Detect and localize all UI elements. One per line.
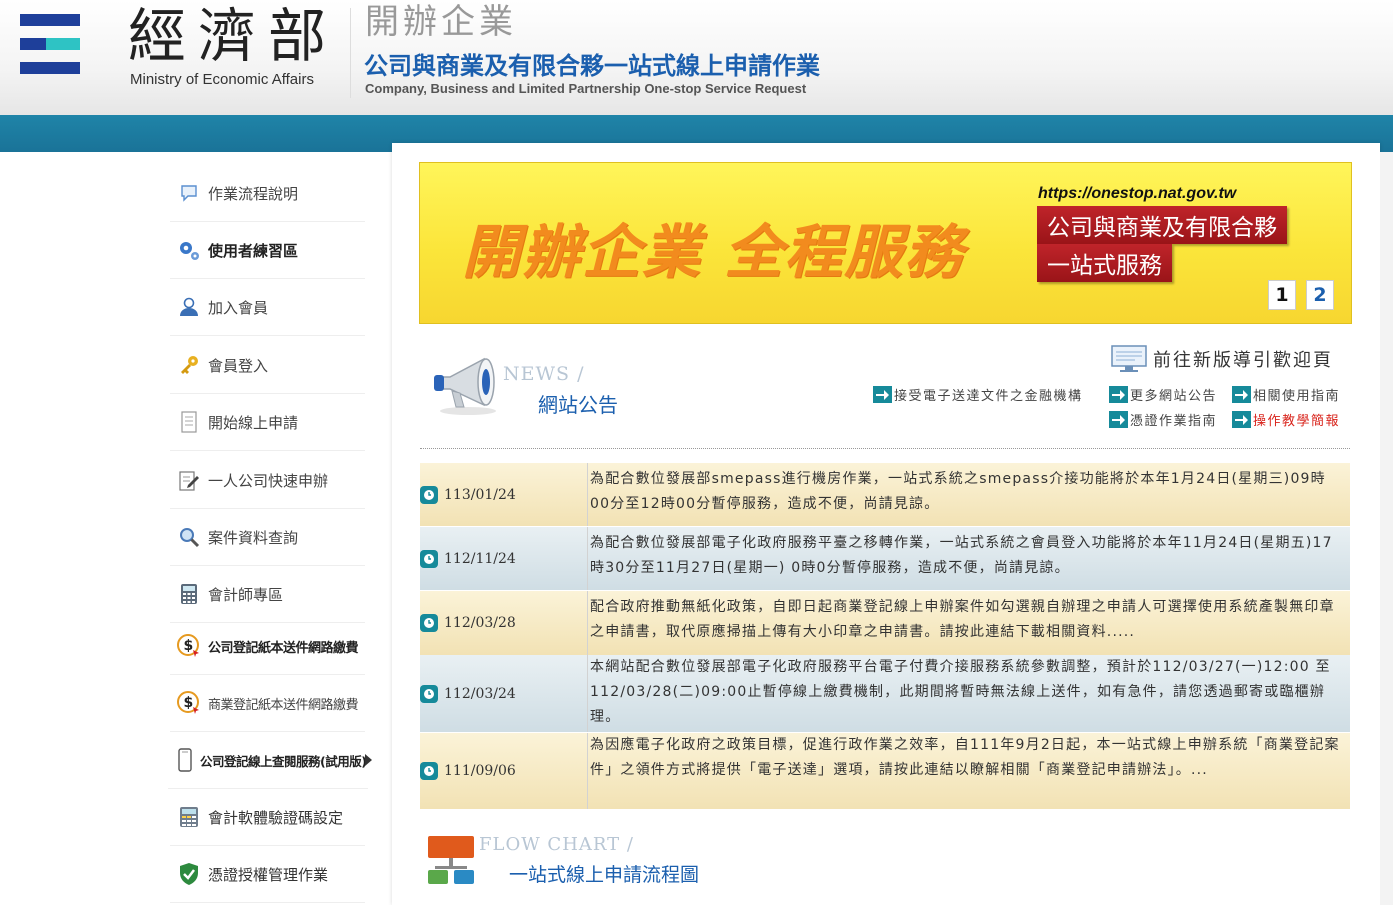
news-item[interactable]: 112/03/24 本網站配合數位發展部電子化政府服務平台電子付費介接服務系統參… <box>420 655 1350 732</box>
link-tutorial-slides[interactable]: 操作教學簡報 <box>1232 410 1340 429</box>
arrow-right-icon <box>1232 411 1251 428</box>
flowchart-icon <box>427 834 475 886</box>
header-divider <box>350 8 351 98</box>
news-title: 網站公告 <box>538 393 618 417</box>
banner-red-label: 一站式服務 <box>1037 244 1172 282</box>
flowchart-title[interactable]: 一站式線上申請流程圖 <box>509 860 699 887</box>
news-text[interactable]: 配合政府推動無紙化政策，自即日起商業登記線上申辦案件如勾選親自辦理之申請人可選擇… <box>587 591 1350 655</box>
edit-document-icon <box>176 467 202 493</box>
sidebar-item-label: 加入會員 <box>208 298 269 317</box>
news-text[interactable]: 為配合數位發展部電子化政府服務平臺之移轉作業，一站式系統之會員登入功能將於本年1… <box>587 527 1350 590</box>
arrow-right-icon <box>1109 411 1128 428</box>
new-version-label: 前往新版導引歡迎頁 <box>1153 350 1333 371</box>
sidebar-item-label: 憑證授權管理作業 <box>208 865 329 884</box>
clock-icon <box>420 549 438 568</box>
sidebar-item-label: 作業流程說明 <box>208 184 299 203</box>
banner-url: https://onestop.nat.gov.tw <box>1038 185 1237 202</box>
gears-icon <box>176 237 202 263</box>
link-financial-institutions[interactable]: 接受電子送達文件之金融機構 <box>873 385 1083 404</box>
submenu-arrow-icon[interactable] <box>365 754 372 766</box>
slide-button-1[interactable]: 1 <box>1268 280 1296 310</box>
speech-bubble-icon <box>176 180 202 206</box>
sidebar-item-label: 會計軟體驗證碼設定 <box>208 808 344 827</box>
news-text[interactable]: 本網站配合數位發展部電子化政府服務平台電子付費介接服務系統參數調整，預計於112… <box>587 655 1350 732</box>
slide-button-2[interactable]: 2 <box>1306 280 1334 310</box>
news-item[interactable]: 113/01/24 為配合數位發展部smepass進行機房作業，一站式系統之sm… <box>420 463 1350 526</box>
dollar-payment-icon: $ <box>176 690 202 716</box>
phone-icon <box>172 747 198 773</box>
promo-banner[interactable]: 開辦企業 全程服務 https://onestop.nat.gov.tw 公司與… <box>419 162 1352 324</box>
news-item[interactable]: 112/03/28 配合政府推動無紙化政策，自即日起商業登記線上申辦案件如勾選親… <box>420 591 1350 655</box>
banner-slogan: 開辦企業 全程服務 <box>462 218 965 286</box>
link-usage-guide[interactable]: 相關使用指南 <box>1232 385 1340 404</box>
news-divider <box>420 448 1350 449</box>
megaphone-icon <box>432 355 502 417</box>
clock-icon <box>420 485 438 504</box>
sidebar-item-label: 會員登入 <box>208 356 269 375</box>
news-item[interactable]: 112/11/24 為配合數位發展部電子化政府服務平臺之移轉作業，一站式系統之會… <box>420 527 1350 590</box>
system-title-en: Company, Business and Limited Partnershi… <box>365 81 807 96</box>
monitor-icon <box>1111 345 1147 372</box>
link-more-announcements[interactable]: 更多網站公告 <box>1109 385 1217 404</box>
svg-text:$: $ <box>184 695 194 711</box>
sidebar-item-label: 開始線上申請 <box>208 413 299 432</box>
news-item[interactable]: 111/09/06 為因應電子化政府之政策目標，促進行政作業之效率，自111年9… <box>420 733 1350 809</box>
arrow-right-icon <box>1109 386 1128 403</box>
news-date: 111/09/06 <box>444 763 516 779</box>
sidebar-item-label: 公司登記紙本送件網路繳費 <box>208 640 359 656</box>
news-text[interactable]: 為因應電子化政府之政策目標，促進行政作業之效率，自111年9月2日起，本一站式線… <box>587 733 1350 809</box>
clock-icon <box>420 684 438 703</box>
news-date: 112/11/24 <box>444 550 516 567</box>
ministry-name-en: Ministry of Economic Affairs <box>130 71 314 88</box>
dollar-payment-icon: $ <box>176 633 202 659</box>
flowchart-title-en: FLOW CHART / <box>479 834 634 855</box>
news-date: 112/03/24 <box>444 685 516 702</box>
sidebar-item-company-paper-payment[interactable]: $ 公司登記紙本送件網路繳費 <box>170 618 365 675</box>
svg-text:$: $ <box>184 638 194 654</box>
news-text[interactable]: 為配合數位發展部smepass進行機房作業，一站式系統之smepass介接功能將… <box>587 463 1350 526</box>
banner-red-label: 公司與商業及有限合夥 <box>1037 206 1287 244</box>
sidebar-item-label: 一人公司快速申辦 <box>208 471 329 490</box>
user-icon <box>176 294 202 320</box>
sidebar-item-start-application[interactable]: 開始線上申請 <box>170 394 365 451</box>
document-icon <box>176 409 202 435</box>
key-icon <box>176 352 202 378</box>
sidebar-item-online-inspection[interactable]: 公司登記線上查閱服務(試用版) <box>168 732 372 789</box>
sidebar-item-case-query[interactable]: 案件資料查詢 <box>170 509 365 566</box>
calculator-icon <box>176 581 202 607</box>
calculator-icon <box>176 804 202 830</box>
system-title[interactable]: 公司與商業及有限合夥一站式線上申請作業 <box>364 46 820 81</box>
site-header: 經濟部 Ministry of Economic Affairs 開辦企業 公司… <box>0 0 1393 115</box>
clock-icon <box>420 614 438 632</box>
sidebar-item-join-member[interactable]: 加入會員 <box>170 279 365 336</box>
sidebar-item-process-guide[interactable]: 作業流程說明 <box>170 165 365 222</box>
news-date: 113/01/24 <box>444 486 516 503</box>
magnifier-icon <box>176 524 202 550</box>
shield-icon <box>176 861 202 887</box>
sidebar-item-business-paper-payment[interactable]: $ 商業登記紙本送件網路繳費 <box>170 675 365 732</box>
arrow-right-icon <box>873 386 892 403</box>
sidebar-item-label: 使用者練習區 <box>208 241 299 260</box>
moea-logo-icon[interactable] <box>20 14 80 74</box>
clock-icon <box>420 762 438 780</box>
sidebar-item-label: 案件資料查詢 <box>208 528 299 547</box>
right-margin <box>1380 152 1393 905</box>
sidebar-item-label: 會計師專區 <box>208 585 284 604</box>
news-title-en: NEWS / <box>503 363 585 385</box>
sidebar-item-label: 商業登記紙本送件網路繳費 <box>208 697 359 713</box>
sidebar-item-accountant-zone[interactable]: 會計師專區 <box>170 566 365 623</box>
sidebar-item-one-person-company[interactable]: 一人公司快速申辦 <box>170 452 365 509</box>
link-certificate-guide[interactable]: 憑證作業指南 <box>1109 410 1217 429</box>
sidebar-item-accounting-software-code[interactable]: 會計軟體驗證碼設定 <box>170 789 365 846</box>
news-date: 112/03/28 <box>444 615 516 631</box>
new-version-link[interactable]: 前往新版導引歡迎頁 <box>1111 345 1333 373</box>
sidebar-item-practice-area[interactable]: 使用者練習區 <box>170 222 365 279</box>
sidebar-item-label: 公司登記線上查閱服務(試用版) <box>200 753 367 769</box>
sidebar-item-certificate-authorization[interactable]: 憑證授權管理作業 <box>170 846 365 903</box>
sidebar-item-member-login[interactable]: 會員登入 <box>170 337 365 394</box>
ministry-name-zh: 經濟部 <box>128 2 339 70</box>
system-title-gray: 開辦企業 <box>365 2 517 42</box>
arrow-right-icon <box>1232 386 1251 403</box>
